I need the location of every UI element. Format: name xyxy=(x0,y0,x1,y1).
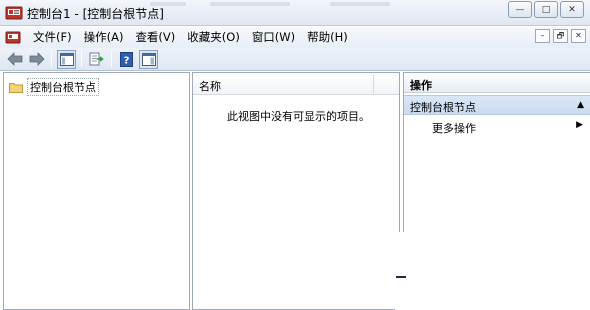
actions-section-console-root[interactable]: 控制台根节点 ▲ xyxy=(404,95,590,115)
menu-favorites[interactable]: 收藏夹(O) xyxy=(181,28,246,47)
back-button[interactable] xyxy=(5,50,24,69)
folder-icon xyxy=(9,82,23,93)
toolbar-separator xyxy=(111,51,112,67)
forward-button[interactable] xyxy=(27,50,46,69)
menu-action[interactable]: 操作(A) xyxy=(78,28,130,47)
export-list-button[interactable] xyxy=(87,50,106,69)
console-tree-pane[interactable]: 控制台根节点 xyxy=(3,72,190,310)
back-arrow-icon xyxy=(6,52,22,66)
toolbar-separator xyxy=(51,51,52,67)
close-window-button[interactable]: ✕ xyxy=(560,1,584,18)
menu-window[interactable]: 窗口(W) xyxy=(246,28,301,47)
menu-help[interactable]: 帮助(H) xyxy=(301,28,354,47)
actions-section-label: 控制台根节点 xyxy=(410,101,476,114)
title-bar: 控制台1 - [控制台根节点] — □ ✕ xyxy=(0,0,590,26)
submenu-arrow-icon: ▶ xyxy=(576,120,583,130)
list-column-header[interactable]: 名称 xyxy=(193,73,399,95)
tree-node-label: 控制台根节点 xyxy=(27,78,99,96)
minimize-window-button[interactable]: — xyxy=(508,1,532,18)
more-actions-item[interactable]: 更多操作 ▶ xyxy=(404,118,590,136)
forward-arrow-icon xyxy=(29,52,45,66)
menu-bar: 文件(F) 操作(A) 查看(V) 收藏夹(O) 窗口(W) 帮助(H) – 🗗… xyxy=(0,27,590,48)
mmc-app-icon[interactable] xyxy=(5,4,23,22)
actions-header: 操作 xyxy=(404,73,590,93)
more-actions-label: 更多操作 xyxy=(432,122,476,135)
svg-text:?: ? xyxy=(124,55,130,66)
console-menu-icon[interactable] xyxy=(5,30,21,46)
collapse-up-icon[interactable]: ▲ xyxy=(577,100,584,110)
menu-view[interactable]: 查看(V) xyxy=(129,28,181,47)
background-area xyxy=(395,232,590,310)
mdi-minimize-button[interactable]: – xyxy=(535,29,550,43)
column-name-label: 名称 xyxy=(199,80,221,93)
toolbar: ? xyxy=(0,48,590,71)
mdi-close-button[interactable]: ✕ xyxy=(571,29,586,43)
show-hide-tree-button[interactable] xyxy=(57,49,76,69)
help-button[interactable]: ? xyxy=(117,50,136,69)
export-list-icon xyxy=(89,52,104,66)
window-title: 控制台1 - [控制台根节点] xyxy=(27,7,164,21)
menu-file[interactable]: 文件(F) xyxy=(27,28,78,47)
toolbar-separator xyxy=(81,51,82,67)
actions-header-label: 操作 xyxy=(410,79,432,92)
empty-list-message: 此视图中没有可显示的项目。 xyxy=(227,110,370,123)
maximize-window-button[interactable]: □ xyxy=(534,1,558,18)
result-list-pane[interactable]: 名称 此视图中没有可显示的项目。 xyxy=(192,72,400,310)
show-hide-action-pane-button[interactable] xyxy=(139,49,158,69)
column-divider[interactable] xyxy=(373,75,374,93)
tree-node-console-root[interactable]: 控制台根节点 xyxy=(9,78,99,96)
action-pane-icon xyxy=(141,52,156,66)
text-cursor xyxy=(396,276,406,278)
console-tree-icon xyxy=(59,52,74,66)
help-icon: ? xyxy=(120,51,133,67)
mdi-restore-button[interactable]: 🗗 xyxy=(553,29,568,43)
